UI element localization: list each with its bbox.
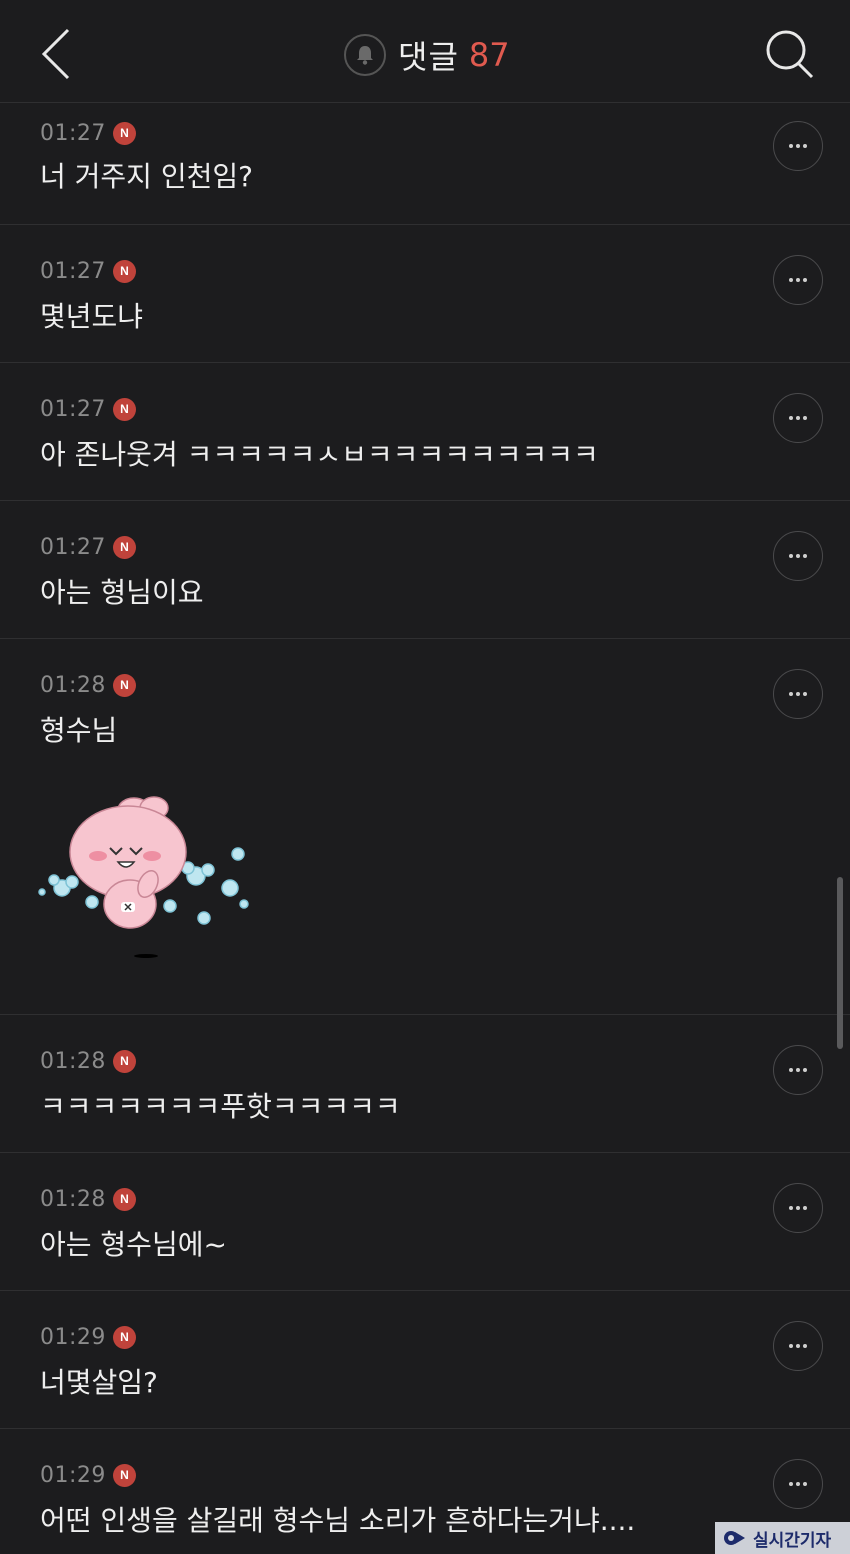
header-title-group: 댓글 87 (344, 32, 510, 78)
more-options-button[interactable] (773, 669, 823, 719)
top-bar: 댓글 87 (0, 0, 850, 103)
watermark: 실시간기자 (715, 1522, 850, 1554)
comment-meta: 01:29 N (40, 1461, 136, 1489)
comment-meta: 01:27 N (40, 533, 136, 561)
new-badge: N (112, 1187, 136, 1211)
more-options-button[interactable] (773, 121, 823, 171)
chevron-left-icon (41, 28, 70, 80)
bell-icon (357, 46, 373, 65)
comment-time: 01:28 (40, 1186, 106, 1212)
new-badge: N (112, 1325, 136, 1349)
new-badge: N (112, 121, 136, 145)
search-button[interactable] (764, 28, 814, 80)
comment-meta: 01:27 N (40, 395, 136, 423)
more-options-button[interactable] (773, 1045, 823, 1095)
scrollbar-thumb[interactable] (837, 877, 843, 1049)
notification-button[interactable] (344, 34, 386, 76)
comment-time: 01:29 (40, 1324, 106, 1350)
comment-text: 아는 형수님에~ (40, 1228, 227, 1261)
comment-time: 01:27 (40, 396, 106, 422)
comment-time: 01:28 (40, 1048, 106, 1074)
more-options-button[interactable] (773, 531, 823, 581)
comment-text: 형수님 (40, 714, 118, 747)
watermark-text: 실시간기자 (753, 1530, 832, 1551)
watermark-logo-icon (724, 1531, 745, 1545)
new-badge: N (112, 397, 136, 421)
comment-text: 너 거주지 인천임? (40, 160, 253, 193)
comment-count: 87 (468, 36, 510, 74)
back-button[interactable] (34, 26, 84, 82)
more-options-button[interactable] (773, 1183, 823, 1233)
comment-item: 01:28 N 아는 형수님에~ (0, 1153, 850, 1291)
comment-time: 01:27 (40, 534, 106, 560)
page-title: 댓글 (398, 38, 459, 76)
comment-meta: 01:28 N (40, 671, 136, 699)
more-options-button[interactable] (773, 393, 823, 443)
comment-text: 아는 형님이요 (40, 576, 204, 609)
new-badge: N (112, 1463, 136, 1487)
bunny-sticker-image (38, 796, 249, 958)
comment-meta: 01:27 N (40, 119, 136, 147)
comment-meta: 01:28 N (40, 1047, 136, 1075)
comment-text: 어떤 인생을 살길래 형수님 소리가 흔하다는거냐.... (40, 1504, 636, 1537)
comment-item: 01:27 N 너 거주지 인천임? (0, 103, 850, 225)
more-options-button[interactable] (773, 1459, 823, 1509)
comment-time: 01:27 (40, 258, 106, 284)
new-badge: N (112, 1049, 136, 1073)
comment-time: 01:29 (40, 1462, 106, 1488)
comment-item: 01:27 N 아 존나웃겨 ㅋㅋㅋㅋㅋㅅㅂㅋㅋㅋㅋㅋㅋㅋㅋㅋ (0, 363, 850, 501)
comment-time: 01:27 (40, 120, 106, 146)
search-icon (766, 30, 814, 79)
comment-meta: 01:29 N (40, 1323, 136, 1351)
comment-item: 01:28 N 형수님 (0, 639, 850, 1015)
comment-item: 01:27 N 아는 형님이요 (0, 501, 850, 639)
comment-meta: 01:28 N (40, 1185, 136, 1213)
more-options-button[interactable] (773, 255, 823, 305)
comment-item: 01:29 N 너몇살임? (0, 1291, 850, 1429)
comment-meta: 01:27 N (40, 257, 136, 285)
comment-item: 01:28 N ㅋㅋㅋㅋㅋㅋㅋ푸핫ㅋㅋㅋㅋㅋ (0, 1015, 850, 1153)
new-badge: N (112, 535, 136, 559)
more-options-button[interactable] (773, 1321, 823, 1371)
comment-text: 아 존나웃겨 ㅋㅋㅋㅋㅋㅅㅂㅋㅋㅋㅋㅋㅋㅋㅋㅋ (40, 438, 599, 471)
comment-text: 몇년도냐 (40, 300, 144, 333)
comment-time: 01:28 (40, 672, 106, 698)
comment-text: 너몇살임? (40, 1366, 158, 1399)
new-badge: N (112, 673, 136, 697)
new-badge: N (112, 259, 136, 283)
comment-item: 01:27 N 몇년도냐 (0, 225, 850, 363)
comment-text: ㅋㅋㅋㅋㅋㅋㅋ푸핫ㅋㅋㅋㅋㅋ (40, 1090, 401, 1123)
